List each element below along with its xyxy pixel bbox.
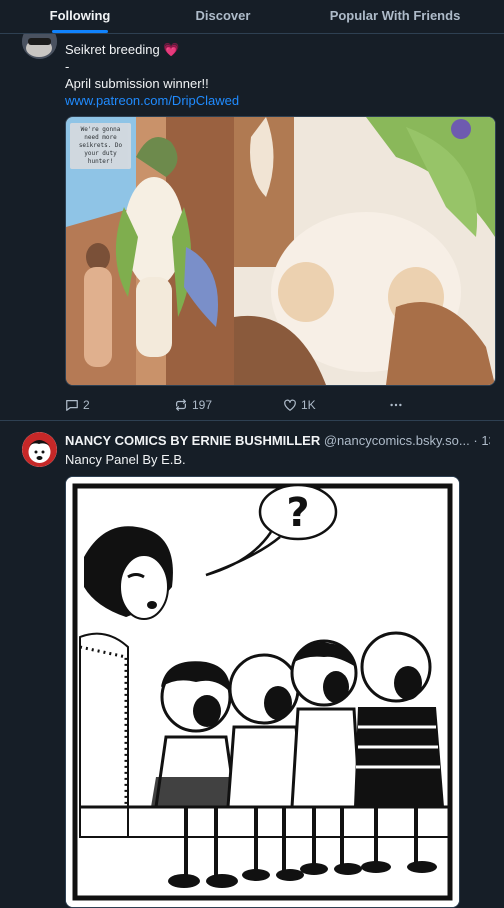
separator-dot: · [473,433,478,448]
post-text: Nancy Panel By E.B. [65,452,186,467]
post-text-line: April submission winner!! [65,76,209,91]
like-icon [284,399,296,411]
repost-button[interactable]: 197 [174,394,212,416]
reply-icon [66,400,78,411]
feed-tab-bar: Following Discover Popular With Friends [0,0,504,34]
post-text: Seikret breeding 💗 - April submission wi… [65,24,490,109]
comic-panel-image: ? [66,477,459,907]
tab-following-label: Following [49,8,111,23]
more-icon [390,403,402,407]
post-text-line: - [65,59,70,74]
active-tab-indicator [52,30,108,33]
tab-popular-with-friends[interactable]: Popular With Friends [286,0,504,33]
post-header: NANCY COMICS BY ERNIE BUSHMILLER @nancyc… [65,432,490,449]
feed-post[interactable]: Seikret breeding 💗 - April submission wi… [0,24,504,421]
author-name[interactable]: NANCY COMICS BY ERNIE BUSHMILLER [65,433,320,448]
reply-count: 2 [83,398,90,412]
more-options-button[interactable] [389,394,403,416]
author-handle[interactable]: @nancycomics.bsky.so... [324,433,470,448]
post-text-line: Seikret breeding 💗 [65,42,180,57]
post-image[interactable]: ? [65,476,460,908]
post-image[interactable]: We're gonna need more seikrets. Do your … [65,116,496,386]
post-timestamp[interactable]: 13h [481,433,490,448]
tab-discover[interactable]: Discover [160,0,286,33]
post-actions: 2 197 1K [65,394,490,420]
tab-popular-with-friends-label: Popular With Friends [329,8,461,23]
reply-button[interactable]: 2 [65,394,90,416]
repost-count: 197 [192,398,213,412]
avatar[interactable] [22,432,57,467]
feed-post[interactable]: NANCY COMICS BY ERNIE BUSHMILLER @nancyc… [0,421,504,908]
speech-bubble-text: ? [286,490,309,536]
like-button[interactable]: 1K [283,394,316,416]
tab-discover-label: Discover [195,8,251,23]
post-link[interactable]: www.patreon.com/DripClawed [65,93,239,108]
image-caption: We're gonna need more seikrets. Do your … [70,123,131,169]
like-count: 1K [301,398,316,412]
repost-icon [176,399,186,411]
tab-following[interactable]: Following [0,0,160,33]
